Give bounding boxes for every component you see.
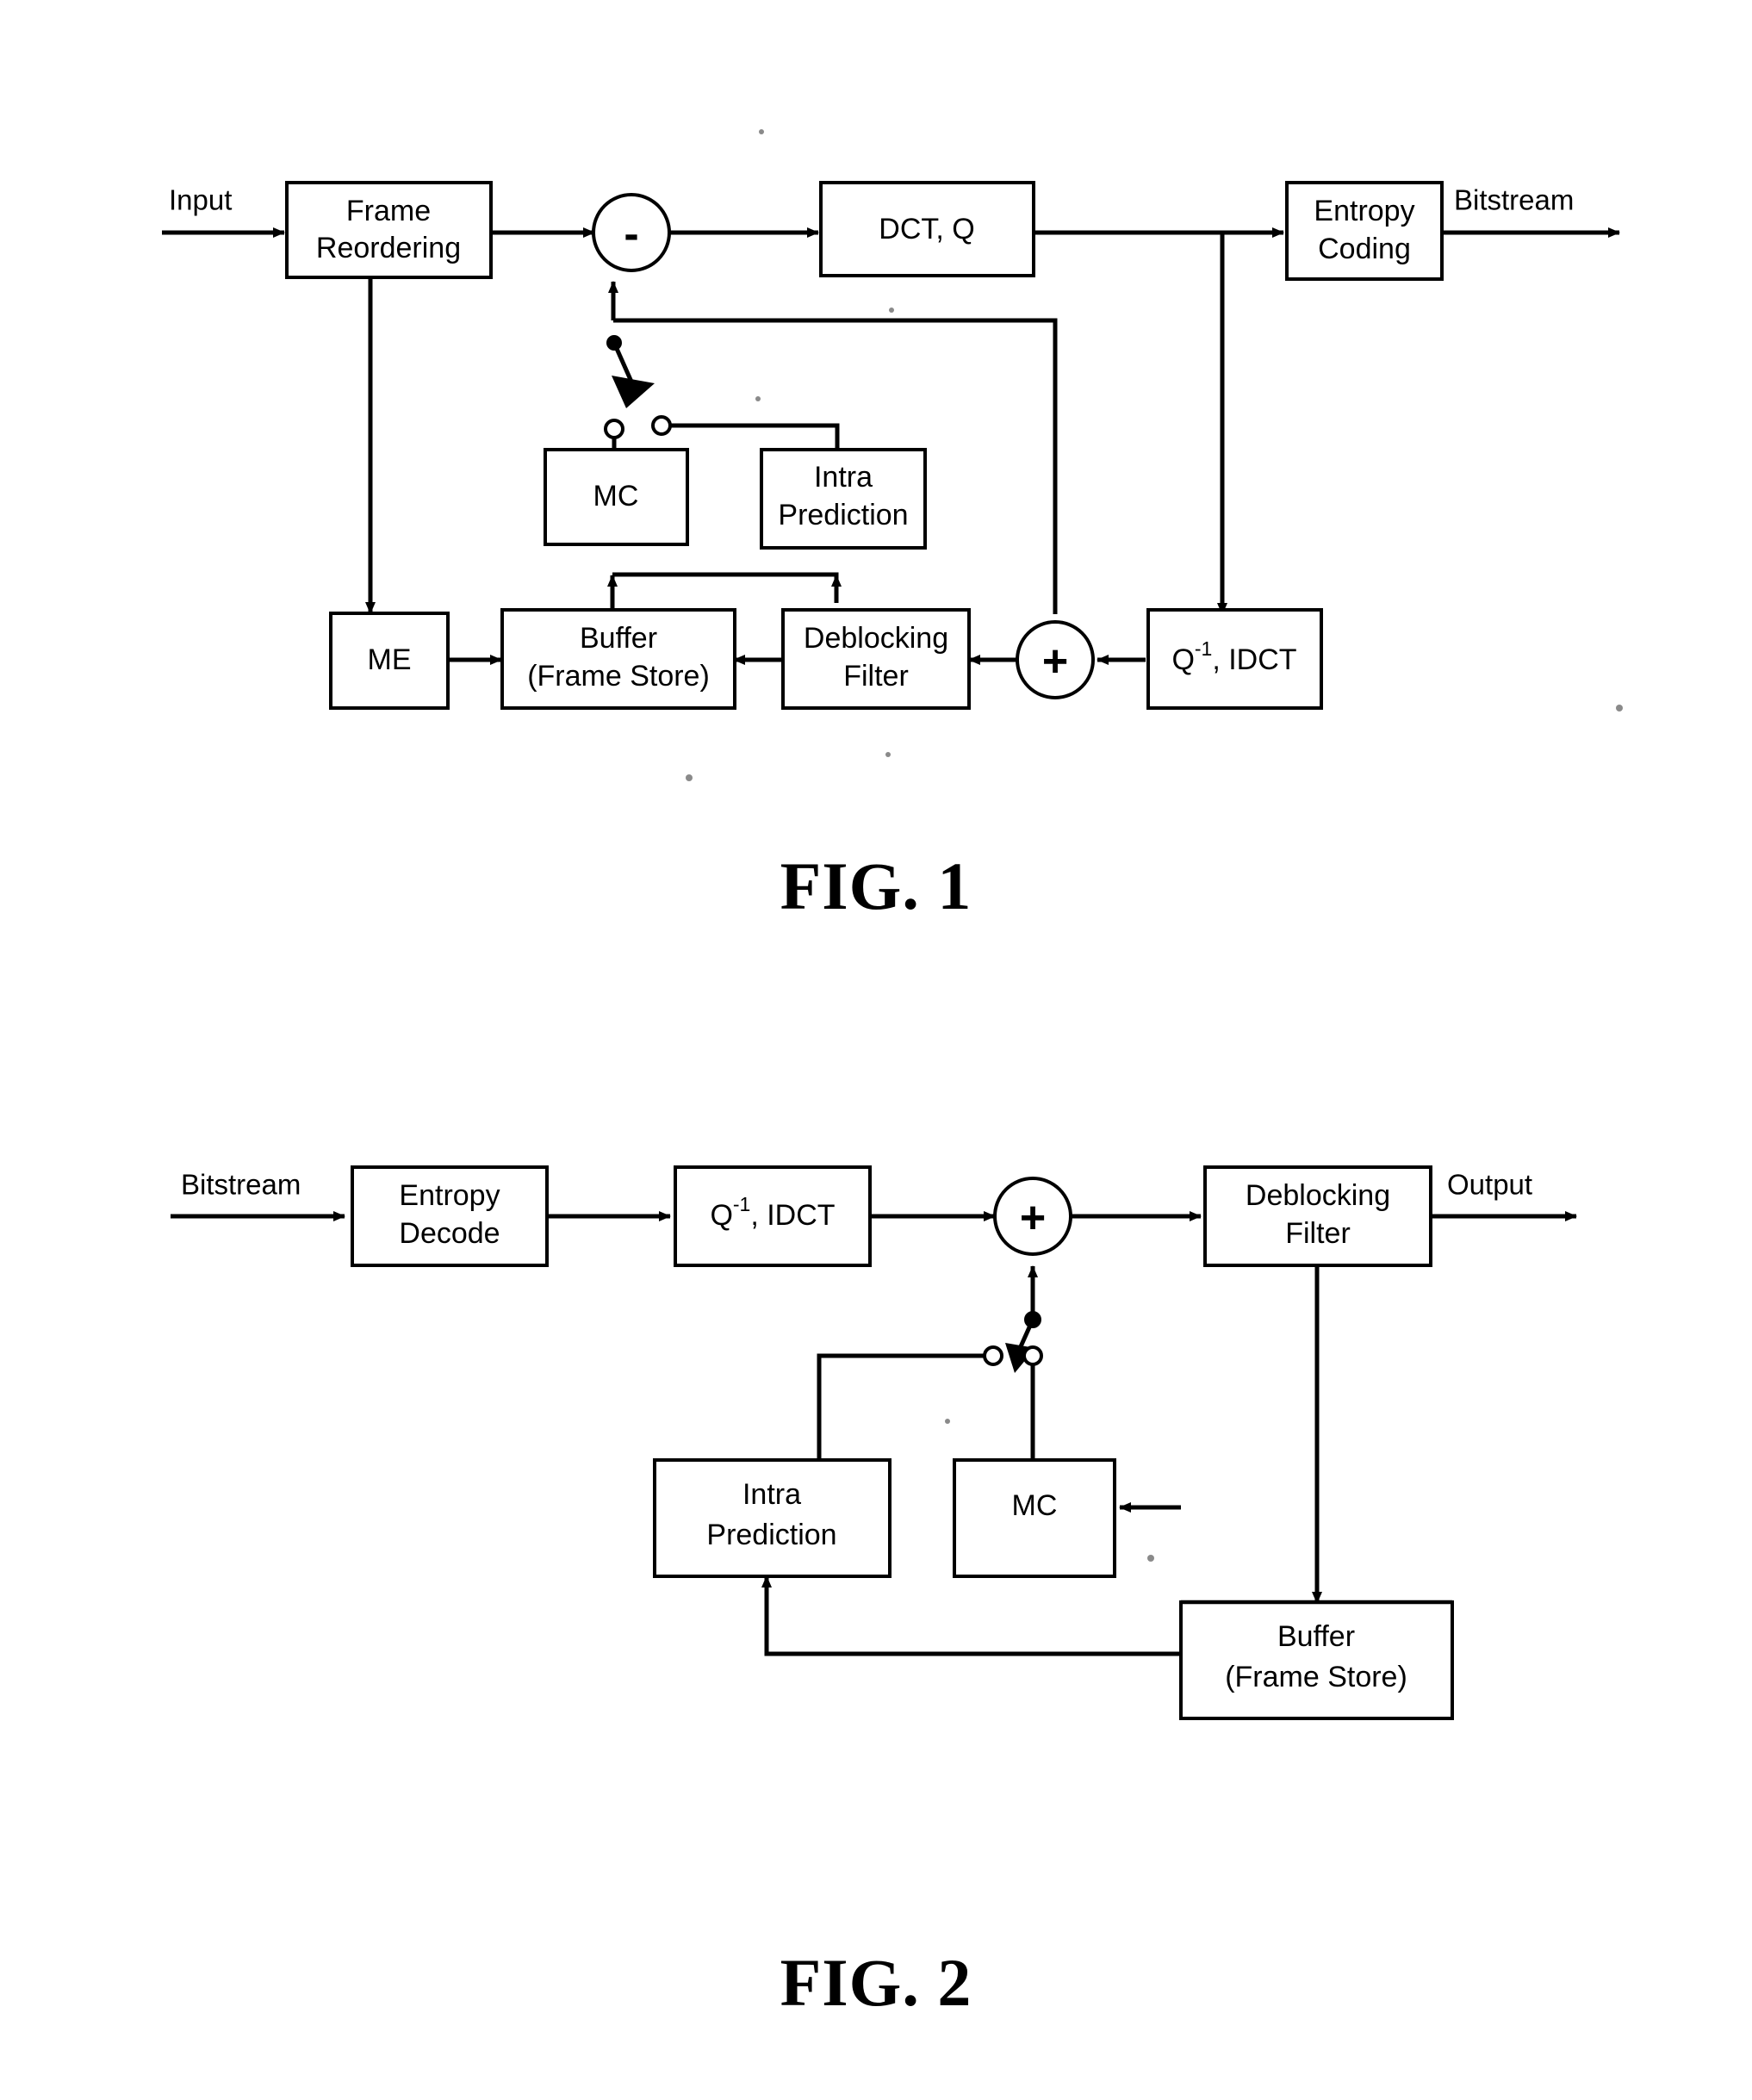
node-buffer-label-2: (Frame Store) [527, 660, 710, 693]
node-intra-prediction[interactable]: Intra Prediction [760, 448, 927, 550]
scan-speck [885, 752, 891, 757]
node-mc[interactable]: MC [544, 448, 689, 546]
wire-buffer-branch-to-intra [612, 572, 839, 588]
scan-speck [1147, 1555, 1154, 1562]
node-buffer-label-1: Buffer [1277, 1620, 1355, 1653]
label-bitstream: Bitstream [181, 1169, 301, 1201]
node-intra-prediction-label-2: Prediction [778, 499, 908, 531]
node-mc-label: MC [593, 480, 639, 513]
node-intra-prediction-label-1: Intra [814, 461, 873, 494]
scan-speck [686, 774, 693, 781]
node-me-label: ME [368, 643, 412, 676]
node-adder[interactable]: + [1016, 620, 1095, 699]
node-inv-q-idct-label-sup: -1 [733, 1193, 750, 1215]
node-adder-sign: + [1042, 637, 1068, 687]
node-inv-q-idct[interactable]: Q-1, IDCT [674, 1165, 872, 1267]
scan-speck [945, 1419, 950, 1424]
node-adder[interactable]: + [993, 1177, 1072, 1256]
node-deblocking-filter[interactable]: Deblocking Filter [1203, 1165, 1432, 1267]
node-entropy-decode-label-1: Entropy [399, 1179, 500, 1212]
node-dct-q-label: DCT, Q [879, 213, 974, 245]
switch-terminal-mc[interactable] [604, 419, 624, 439]
node-mc[interactable]: MC [953, 1458, 1116, 1578]
node-frame-reordering-label-1: Frame [346, 195, 431, 227]
label-bitstream: Bitstream [1454, 184, 1574, 216]
figure-2: Entropy Decode Q-1, IDCT + Deblocking Fi… [0, 991, 1752, 2100]
figure-2-caption: FIG. 2 [780, 1945, 972, 2020]
node-entropy-decode[interactable]: Entropy Decode [351, 1165, 549, 1267]
node-deblocking-filter-label-1: Deblocking [804, 622, 948, 655]
wire-switch-to-intra-prediction [817, 1353, 985, 1458]
switch-terminal-mc[interactable] [1022, 1345, 1043, 1366]
label-output: Output [1447, 1169, 1532, 1201]
node-inv-q-idct-label-prefix: Q [1171, 643, 1194, 676]
node-me[interactable]: ME [329, 612, 450, 710]
node-intra-prediction-label-2: Prediction [706, 1519, 836, 1551]
node-deblocking-filter-label-1: Deblocking [1246, 1179, 1390, 1212]
node-buffer[interactable]: Buffer (Frame Store) [1179, 1600, 1454, 1720]
node-entropy-coding[interactable]: Entropy Coding [1285, 181, 1444, 281]
node-inv-q-idct-label: Q-1, IDCT [710, 1193, 835, 1232]
node-entropy-decode-label-2: Decode [399, 1217, 500, 1250]
node-frame-reordering-label-2: Reordering [316, 232, 461, 264]
switch-terminal-intra[interactable] [983, 1345, 1003, 1366]
node-deblocking-filter[interactable]: Deblocking Filter [781, 608, 971, 710]
node-inv-q-idct-label-suffix: , IDCT [750, 1199, 835, 1232]
scan-speck [759, 129, 764, 134]
patent-drawing-sheet: Frame Reordering - DCT, Q Entropy Coding [0, 0, 1752, 2100]
switch-terminal-intra[interactable] [651, 415, 672, 436]
label-input: Input [169, 184, 232, 216]
node-inv-q-idct-label-prefix: Q [710, 1199, 732, 1232]
node-deblocking-filter-label-2: Filter [843, 660, 909, 693]
node-subtractor[interactable]: - [592, 193, 671, 272]
figure-1-caption: FIG. 1 [780, 848, 972, 923]
node-inv-q-idct-label: Q-1, IDCT [1171, 637, 1296, 676]
node-adder-sign: + [1020, 1193, 1046, 1243]
node-buffer-label-1: Buffer [580, 622, 657, 655]
node-subtractor-sign: - [624, 209, 638, 259]
figure-1: Frame Reordering - DCT, Q Entropy Coding [0, 0, 1752, 991]
scan-speck [755, 396, 761, 401]
scan-speck [889, 308, 894, 313]
node-dct-q[interactable]: DCT, Q [819, 181, 1035, 277]
switch-blade[interactable] [612, 341, 634, 383]
node-intra-prediction-label-1: Intra [742, 1478, 801, 1511]
switch-blade-arrowhead[interactable] [612, 376, 655, 408]
node-deblocking-filter-label-2: Filter [1285, 1217, 1351, 1250]
node-frame-reordering[interactable]: Frame Reordering [285, 181, 493, 279]
node-entropy-coding-label-2: Coding [1318, 233, 1411, 265]
node-inv-q-idct-label-suffix: , IDCT [1212, 643, 1296, 676]
scan-speck [1616, 705, 1623, 711]
node-buffer[interactable]: Buffer (Frame Store) [500, 608, 736, 710]
node-inv-q-idct[interactable]: Q-1, IDCT [1146, 608, 1323, 710]
node-inv-q-idct-label-sup: -1 [1195, 637, 1212, 660]
node-buffer-label-2: (Frame Store) [1225, 1661, 1407, 1693]
node-intra-prediction[interactable]: Intra Prediction [653, 1458, 892, 1578]
node-entropy-coding-label-1: Entropy [1314, 195, 1414, 227]
node-mc-label: MC [1012, 1489, 1058, 1522]
